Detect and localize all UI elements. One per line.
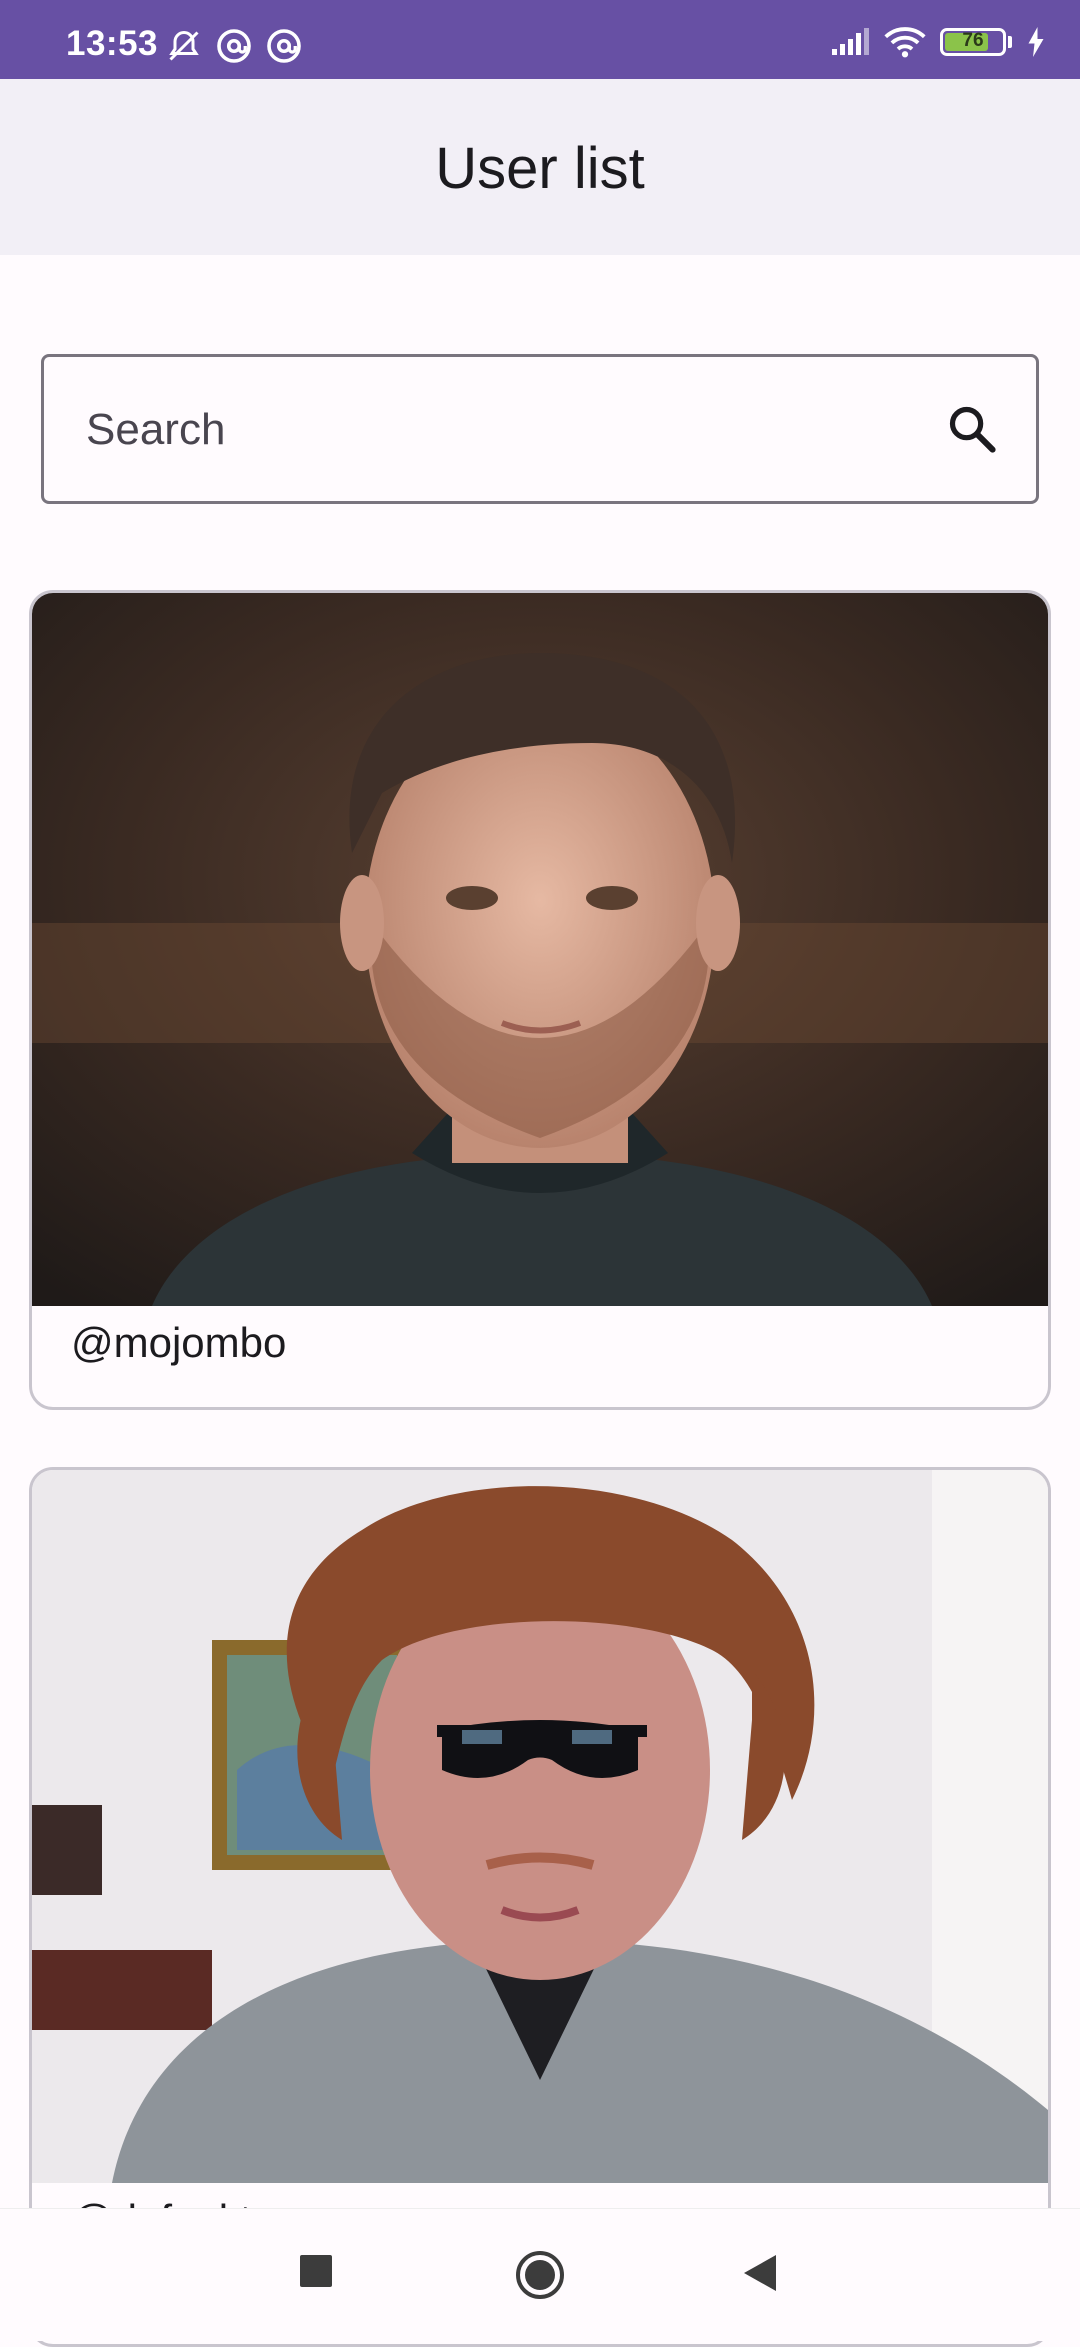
search-icon[interactable] (946, 403, 998, 455)
at-sign-icon (217, 29, 251, 63)
wifi-icon (884, 27, 926, 58)
notification-icons (166, 28, 302, 64)
app-bar: User list (0, 79, 1080, 255)
status-bar: 13:53 76 (0, 0, 1080, 79)
search-box[interactable] (41, 354, 1039, 504)
status-time: 13:53 (66, 24, 159, 63)
system-nav-bar (0, 2208, 1080, 2341)
back-icon[interactable] (742, 2253, 778, 2293)
battery-tip (1008, 36, 1012, 48)
system-icons: 76 (830, 26, 1046, 58)
charging-icon (1028, 27, 1044, 57)
battery-level: 76 (962, 30, 984, 51)
page-title: User list (435, 136, 645, 201)
signal-icon (832, 28, 869, 55)
user-avatar (32, 1470, 1048, 2183)
user-avatar (32, 593, 1048, 1306)
username: @mojombo (71, 1319, 287, 1366)
search-input[interactable] (84, 357, 948, 503)
user-card[interactable]: @mojombo (29, 590, 1051, 1410)
battery-icon: 76 (940, 28, 1006, 56)
home-icon[interactable] (514, 2249, 566, 2301)
recents-icon[interactable] (298, 2253, 334, 2289)
mute-bell-icon (169, 30, 199, 61)
at-sign-icon (267, 29, 301, 63)
